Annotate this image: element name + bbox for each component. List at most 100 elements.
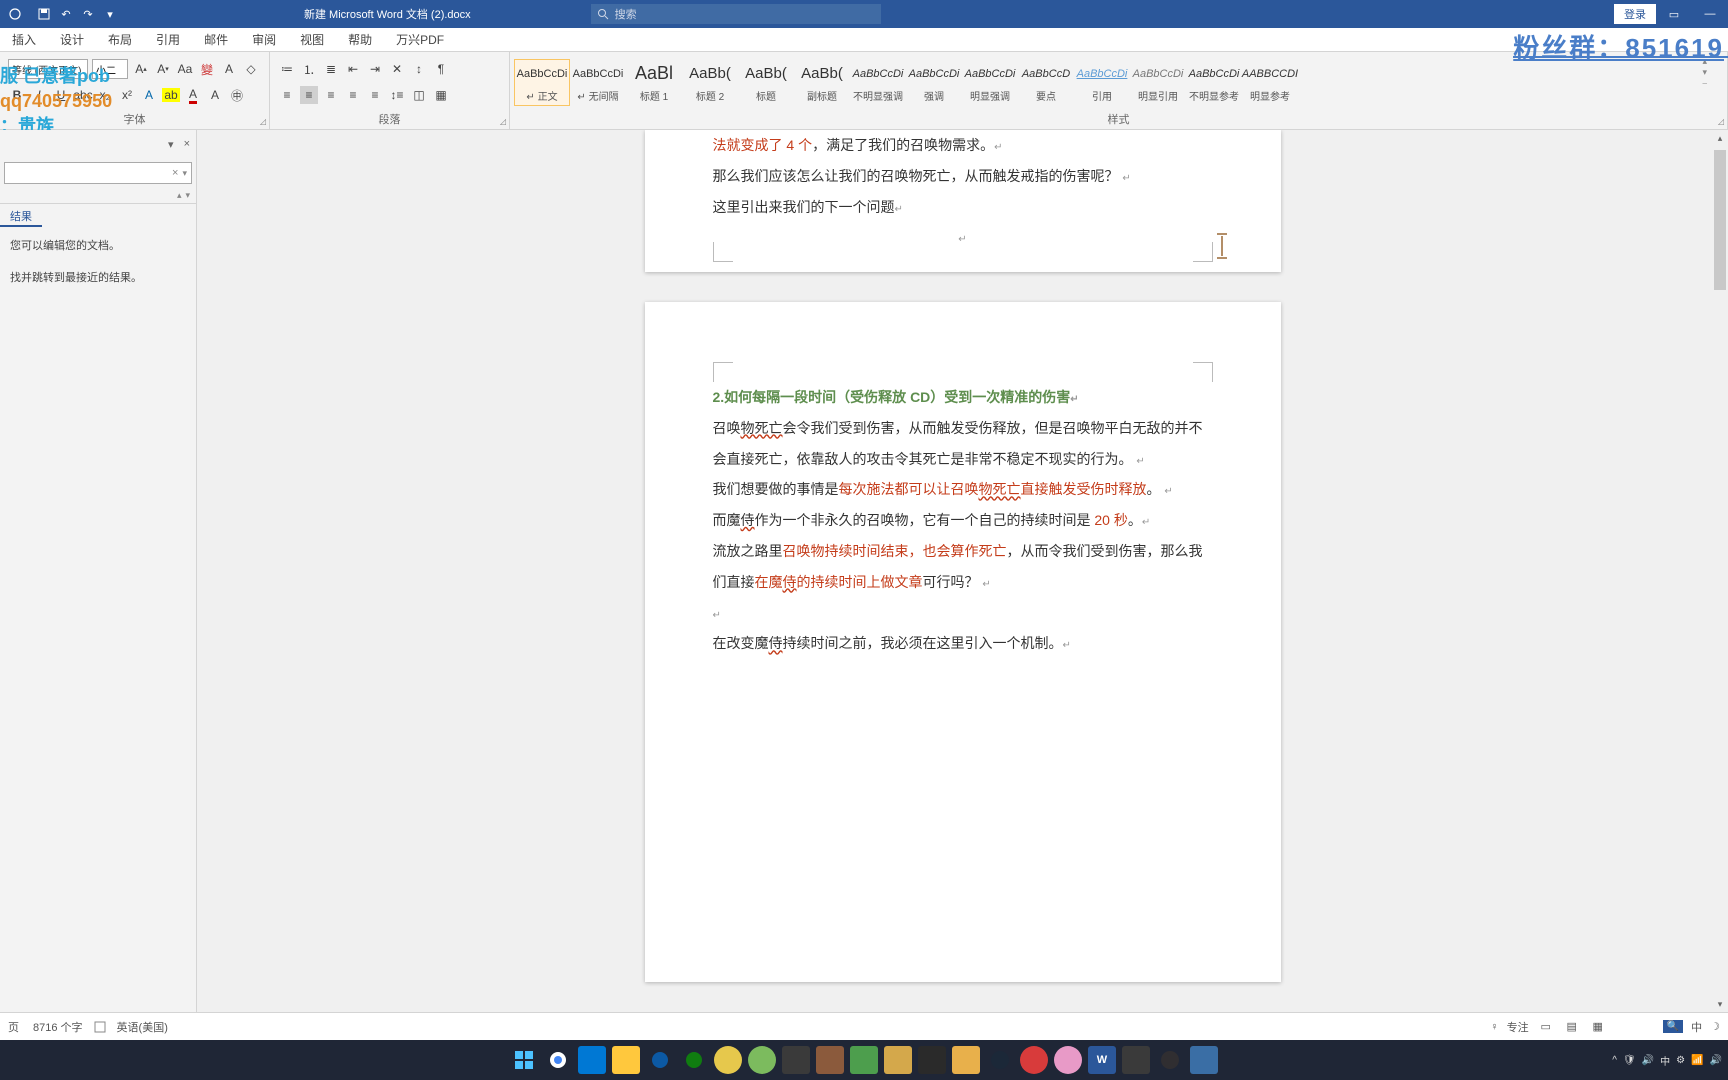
nav-close-button[interactable]: ×	[184, 138, 190, 150]
scroll-thumb[interactable]	[1714, 150, 1726, 290]
style-item[interactable]: AaBbCcDi强调	[906, 59, 962, 106]
indent-dec-icon[interactable]: ⇤	[344, 60, 362, 78]
style-item[interactable]: AaBb(标题	[738, 59, 794, 106]
spellcheck-icon[interactable]	[93, 1020, 107, 1034]
underline-icon[interactable]: U	[52, 86, 70, 104]
subscript-icon[interactable]: x₂	[96, 86, 114, 104]
tab-design[interactable]: 设计	[48, 27, 96, 52]
nav-next-icon[interactable]: ▾	[185, 190, 190, 201]
shrink-font-icon[interactable]: A▾	[154, 60, 172, 78]
app-icon[interactable]	[748, 1046, 776, 1074]
status-word-count[interactable]: 8716 个字	[33, 1019, 83, 1035]
nav-search-input[interactable]: × ▾	[4, 162, 192, 184]
moon-icon[interactable]: ☽	[1710, 1020, 1720, 1033]
view-print-icon[interactable]: ▤	[1563, 1018, 1581, 1036]
nav-tab-results[interactable]: 结果	[0, 204, 42, 227]
indent-inc-icon[interactable]: ⇥	[366, 60, 384, 78]
style-item[interactable]: AaBl标题 1	[626, 59, 682, 106]
style-item[interactable]: AaBbCcDi引用	[1074, 59, 1130, 106]
para-dialog-icon[interactable]: ◿	[500, 117, 506, 126]
tray-ime[interactable]: 中	[1660, 1053, 1670, 1068]
font-dialog-icon[interactable]: ◿	[260, 117, 266, 126]
shading-icon[interactable]: ◫	[410, 86, 428, 104]
align-right-icon[interactable]: ≡	[322, 86, 340, 104]
bold-icon[interactable]: B	[8, 86, 26, 104]
styles-expand-icon[interactable]: ⎯	[1702, 78, 1707, 89]
char-shading-icon[interactable]: A	[206, 86, 224, 104]
nav-search-dropdown-icon[interactable]: ▾	[182, 168, 187, 179]
change-case-icon[interactable]: Aa	[176, 60, 194, 78]
app-icon[interactable]	[918, 1046, 946, 1074]
italic-icon[interactable]: I	[30, 86, 48, 104]
styles-dialog-icon[interactable]: ◿	[1718, 117, 1724, 126]
undo-icon[interactable]: ↶	[58, 6, 74, 22]
vertical-scrollbar[interactable]: ▴ ▾	[1712, 130, 1728, 1012]
clear-format-icon[interactable]: ◇	[242, 60, 260, 78]
tab-layout[interactable]: 布局	[96, 27, 144, 52]
tab-help[interactable]: 帮助	[336, 27, 384, 52]
focus-mode-icon[interactable]: ♀	[1490, 1021, 1498, 1033]
app-icon[interactable]	[816, 1046, 844, 1074]
store-icon[interactable]	[578, 1046, 606, 1074]
save-icon[interactable]	[36, 6, 52, 22]
tab-references[interactable]: 引用	[144, 27, 192, 52]
view-web-icon[interactable]: ▦	[1589, 1018, 1607, 1036]
font-size-combo[interactable]: 小二	[92, 59, 128, 79]
align-center-icon[interactable]: ≡	[300, 86, 318, 104]
text-effects-icon[interactable]: A	[140, 86, 158, 104]
style-item[interactable]: AaBb(副标题	[794, 59, 850, 106]
style-item[interactable]: AaBbCcDi明显强调	[962, 59, 1018, 106]
app-icon[interactable]	[850, 1046, 878, 1074]
align-left-icon[interactable]: ≡	[278, 86, 296, 104]
app-icon[interactable]	[782, 1046, 810, 1074]
tray-chevron-icon[interactable]: ^	[1612, 1055, 1617, 1066]
qat-more-icon[interactable]: ▾	[102, 6, 118, 22]
borders-icon[interactable]: ▦	[432, 86, 450, 104]
document-area[interactable]: 法就变成了 4 个，满足了我们的召唤物需求。↵ 那么我们应该怎么让我们的召唤物死…	[197, 130, 1728, 1052]
style-item[interactable]: AaBbCcDi不明显参考	[1186, 59, 1242, 106]
highlight-icon[interactable]: ab	[162, 86, 180, 104]
scroll-down-icon[interactable]: ▾	[1712, 996, 1728, 1012]
status-page[interactable]: 页	[8, 1019, 19, 1035]
phonetic-guide-icon[interactable]: 變	[198, 60, 216, 78]
nav-prev-icon[interactable]: ▴	[177, 190, 182, 201]
enclose-char-icon[interactable]: ㊥	[228, 86, 246, 104]
style-item[interactable]: AaBbCcDi↵ 正文	[514, 59, 570, 106]
app-icon[interactable]	[884, 1046, 912, 1074]
start-button[interactable]	[510, 1046, 538, 1074]
tray-icon[interactable]: 🔊	[1642, 1055, 1654, 1066]
view-read-icon[interactable]: ▭	[1537, 1018, 1555, 1036]
badge-icon[interactable]: 🔍	[1663, 1020, 1683, 1033]
char-border-icon[interactable]: A	[220, 60, 238, 78]
style-item[interactable]: AaBbCcDi不明显强调	[850, 59, 906, 106]
justify-icon[interactable]: ≡	[344, 86, 362, 104]
minimize-button[interactable]: —	[1692, 0, 1728, 28]
app-icon[interactable]	[1020, 1046, 1048, 1074]
ribbon-display-icon[interactable]: ▭	[1656, 0, 1692, 28]
ime-indicator[interactable]: 中	[1691, 1019, 1702, 1035]
tray-volume-icon[interactable]: 🔊	[1710, 1055, 1722, 1066]
app-icon[interactable]	[1122, 1046, 1150, 1074]
styles-scroll-down-icon[interactable]: ▾	[1702, 67, 1707, 78]
asian-layout-icon[interactable]: ✕	[388, 60, 406, 78]
tray-icon[interactable]: 📶	[1691, 1055, 1703, 1066]
login-button[interactable]: 登录	[1614, 4, 1656, 24]
style-item[interactable]: AABBCCDI明显参考	[1242, 59, 1298, 106]
chrome-icon[interactable]	[544, 1046, 572, 1074]
numbering-icon[interactable]: ⒈	[300, 60, 318, 78]
grow-font-icon[interactable]: A▴	[132, 60, 150, 78]
calculator-icon[interactable]	[1190, 1046, 1218, 1074]
multilevel-icon[interactable]: ≣	[322, 60, 340, 78]
app-icon[interactable]	[1054, 1046, 1082, 1074]
status-language[interactable]: 英语(美国)	[117, 1019, 168, 1035]
nav-dropdown-icon[interactable]: ▾	[168, 138, 174, 151]
tab-wanxing-pdf[interactable]: 万兴PDF	[384, 27, 456, 52]
font-color-icon[interactable]: A	[184, 86, 202, 104]
sort-icon[interactable]: ↕	[410, 60, 428, 78]
xbox-icon[interactable]	[680, 1046, 708, 1074]
superscript-icon[interactable]: x²	[118, 86, 136, 104]
line-spacing-icon[interactable]: ↕≡	[388, 86, 406, 104]
font-name-combo[interactable]: 等线 (西文正文)	[8, 59, 88, 79]
nav-search-clear-icon[interactable]: ×	[172, 167, 178, 179]
tray-icon[interactable]: 🛡	[1623, 1055, 1636, 1066]
